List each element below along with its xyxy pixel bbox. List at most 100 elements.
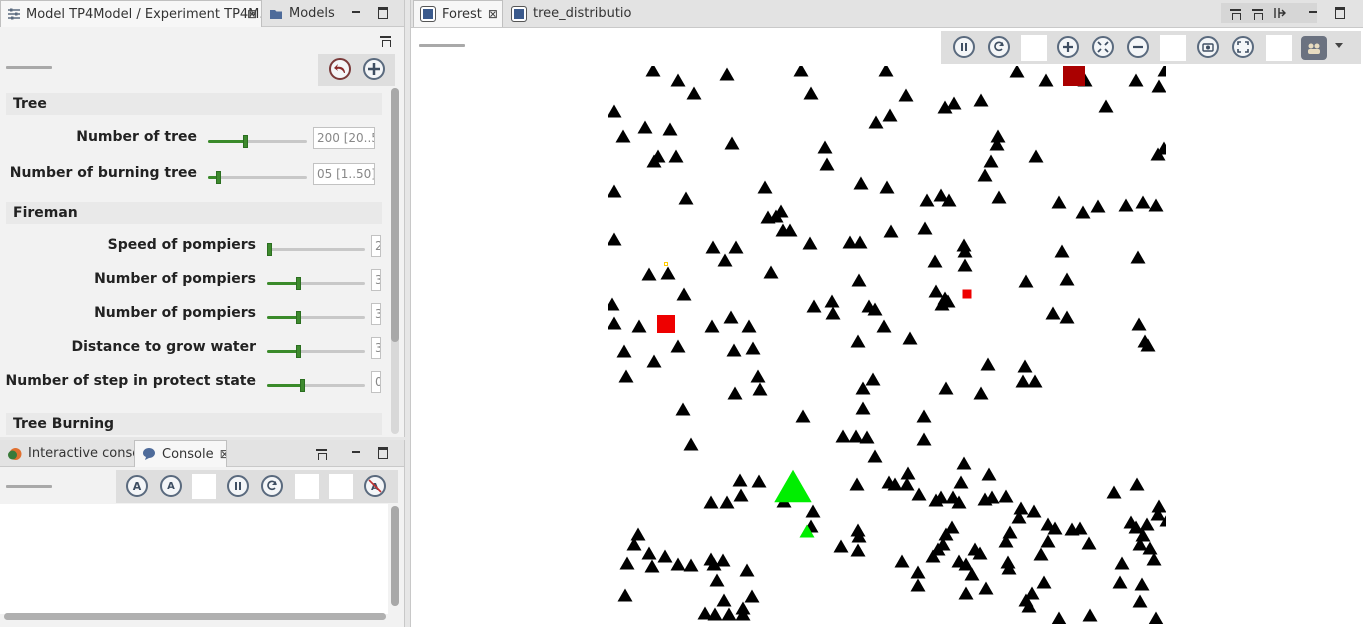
slider-thumb[interactable]: [243, 135, 248, 148]
section-tree[interactable]: Tree: [6, 93, 382, 115]
scrollbar-thumb[interactable]: [4, 613, 386, 620]
close-icon[interactable]: ⊠: [247, 7, 257, 21]
tree-agent: [732, 473, 748, 487]
restore-icon[interactable]: [315, 448, 329, 460]
parameter-slider[interactable]: [208, 134, 307, 148]
parameter-slider[interactable]: [267, 242, 365, 256]
parameter-value-field[interactable]: 3: [371, 269, 381, 291]
maximize-icon[interactable]: [376, 445, 390, 459]
zoom-fit-icon[interactable]: [1092, 36, 1114, 58]
blank-button[interactable]: [192, 474, 216, 499]
camera-icon[interactable]: [1197, 36, 1219, 58]
tab-forest[interactable]: Forest ⊠: [413, 0, 503, 27]
section-tree-burning[interactable]: Tree Burning: [6, 413, 382, 435]
drag-handle[interactable]: [419, 44, 465, 47]
drag-handle[interactable]: [6, 66, 52, 69]
parameter-slider[interactable]: [267, 276, 365, 290]
tree-agent: [744, 589, 760, 603]
blank-button[interactable]: [295, 474, 319, 499]
zoom-out-icon[interactable]: [1127, 36, 1149, 58]
blank-button[interactable]: [1021, 35, 1047, 61]
undo-icon[interactable]: [329, 58, 351, 80]
pause-icon[interactable]: [953, 36, 975, 58]
parameter-slider[interactable]: [267, 310, 365, 324]
restore-icon[interactable]: [379, 35, 393, 47]
sync-icon[interactable]: [261, 475, 283, 497]
tree-agent: [957, 258, 973, 272]
slider-thumb[interactable]: [216, 171, 221, 184]
zoom-in-icon[interactable]: [1057, 36, 1079, 58]
pause-icon[interactable]: [227, 475, 249, 497]
fullscreen-icon[interactable]: [1232, 36, 1254, 58]
parameter-slider[interactable]: [267, 378, 365, 392]
simulation-canvas[interactable]: [608, 66, 1166, 624]
restore-icon[interactable]: [1229, 8, 1243, 20]
maximize-icon[interactable]: [376, 5, 390, 19]
layers-icon[interactable]: [1301, 36, 1327, 60]
tree-agent: [859, 430, 875, 444]
tree-agent: [1114, 556, 1130, 570]
tab-console[interactable]: Console ⊠: [134, 440, 227, 467]
slider-fill: [267, 282, 298, 285]
close-icon[interactable]: ⊠: [220, 447, 226, 461]
console-scrollbar[interactable]: [391, 506, 399, 606]
sliders-icon: [8, 8, 20, 20]
tab-models[interactable]: Models: [262, 0, 336, 27]
slider-thumb[interactable]: [296, 311, 301, 324]
scrollbar-thumb[interactable]: [391, 506, 399, 606]
minimize-icon[interactable]: [349, 445, 363, 459]
blank-button[interactable]: [1160, 35, 1186, 61]
increase-font-icon[interactable]: A: [126, 475, 148, 497]
tab-experiment[interactable]: Model TP4Model / Experiment TP4M... ⊠: [0, 0, 262, 27]
tree-agent: [703, 495, 719, 509]
decrease-font-icon[interactable]: A: [160, 475, 182, 497]
parameter-value-field[interactable]: 3: [371, 337, 381, 359]
tree-agent: [676, 287, 692, 301]
parameter-value-field[interactable]: 0: [371, 371, 381, 393]
tree-agent: [662, 122, 678, 136]
blank-button[interactable]: [1266, 35, 1292, 61]
tree-agent: [678, 191, 694, 205]
close-icon[interactable]: ⊠: [488, 7, 498, 21]
tree-agent: [750, 369, 766, 383]
sync-icon[interactable]: [988, 36, 1010, 58]
parameter-slider[interactable]: [267, 344, 365, 358]
tree-agent: [817, 140, 833, 154]
parameters-scrollbar[interactable]: [391, 88, 399, 434]
minimize-icon[interactable]: [349, 5, 363, 19]
tab-tree-distribution[interactable]: tree_distribution: [505, 0, 631, 27]
tree-agent: [795, 409, 811, 423]
maximize-icon[interactable]: [1333, 5, 1347, 19]
slider-thumb[interactable]: [267, 243, 272, 256]
section-fireman[interactable]: Fireman: [6, 202, 382, 224]
slider-thumb[interactable]: [300, 379, 305, 392]
add-icon[interactable]: [363, 58, 385, 80]
parameter-value-field[interactable]: 3: [371, 303, 381, 325]
tree-agent: [670, 557, 686, 571]
display-icon: [420, 6, 436, 22]
tree-agent: [1018, 274, 1034, 288]
console-hscrollbar[interactable]: [4, 613, 386, 620]
tree-agent: [1036, 575, 1052, 589]
parameter-value-field[interactable]: 2: [371, 235, 381, 257]
blank-button[interactable]: [329, 474, 353, 499]
slider-thumb[interactable]: [296, 277, 301, 290]
parameter-value-field[interactable]: 200 [20..500]: [313, 127, 375, 149]
tab-interactive-console[interactable]: Interactive console: [0, 440, 134, 467]
tree-agent: [882, 108, 898, 122]
clear-console-icon[interactable]: A: [364, 475, 386, 497]
tree-agent: [983, 154, 999, 168]
slider-thumb[interactable]: [296, 345, 301, 358]
parameter-slider[interactable]: [208, 170, 307, 184]
chevron-down-icon[interactable]: [1335, 43, 1343, 48]
console-output[interactable]: [0, 504, 388, 614]
toggle-layout-icon[interactable]: [1273, 6, 1287, 20]
minimize-icon[interactable]: [1306, 5, 1320, 19]
tree-agent: [835, 429, 851, 443]
slider-track: [267, 248, 365, 251]
drag-handle[interactable]: [6, 485, 52, 488]
tree-agent: [1081, 536, 1097, 550]
scrollbar-thumb[interactable]: [391, 88, 399, 342]
parameter-value-field[interactable]: 05 [1..50]: [313, 163, 375, 185]
restore-all-icon[interactable]: [1251, 8, 1265, 20]
